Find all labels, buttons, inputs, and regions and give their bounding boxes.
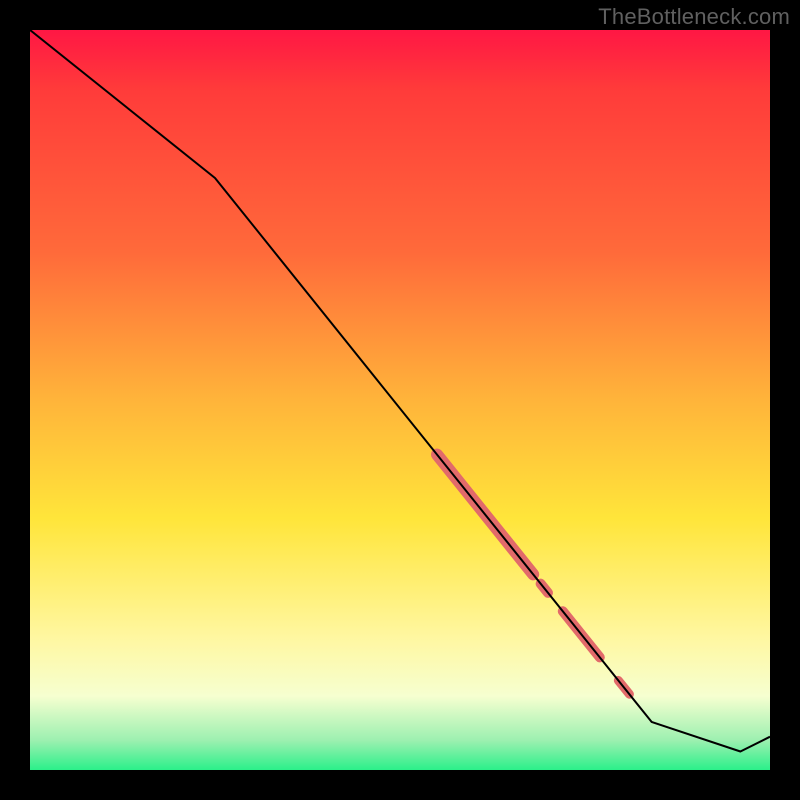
series-bottleneck-curve	[30, 30, 770, 752]
series-layer	[30, 30, 770, 752]
plot-area	[30, 30, 770, 770]
watermark-text: TheBottleneck.com	[598, 4, 790, 30]
plot-svg	[30, 30, 770, 770]
chart-frame: TheBottleneck.com	[0, 0, 800, 800]
